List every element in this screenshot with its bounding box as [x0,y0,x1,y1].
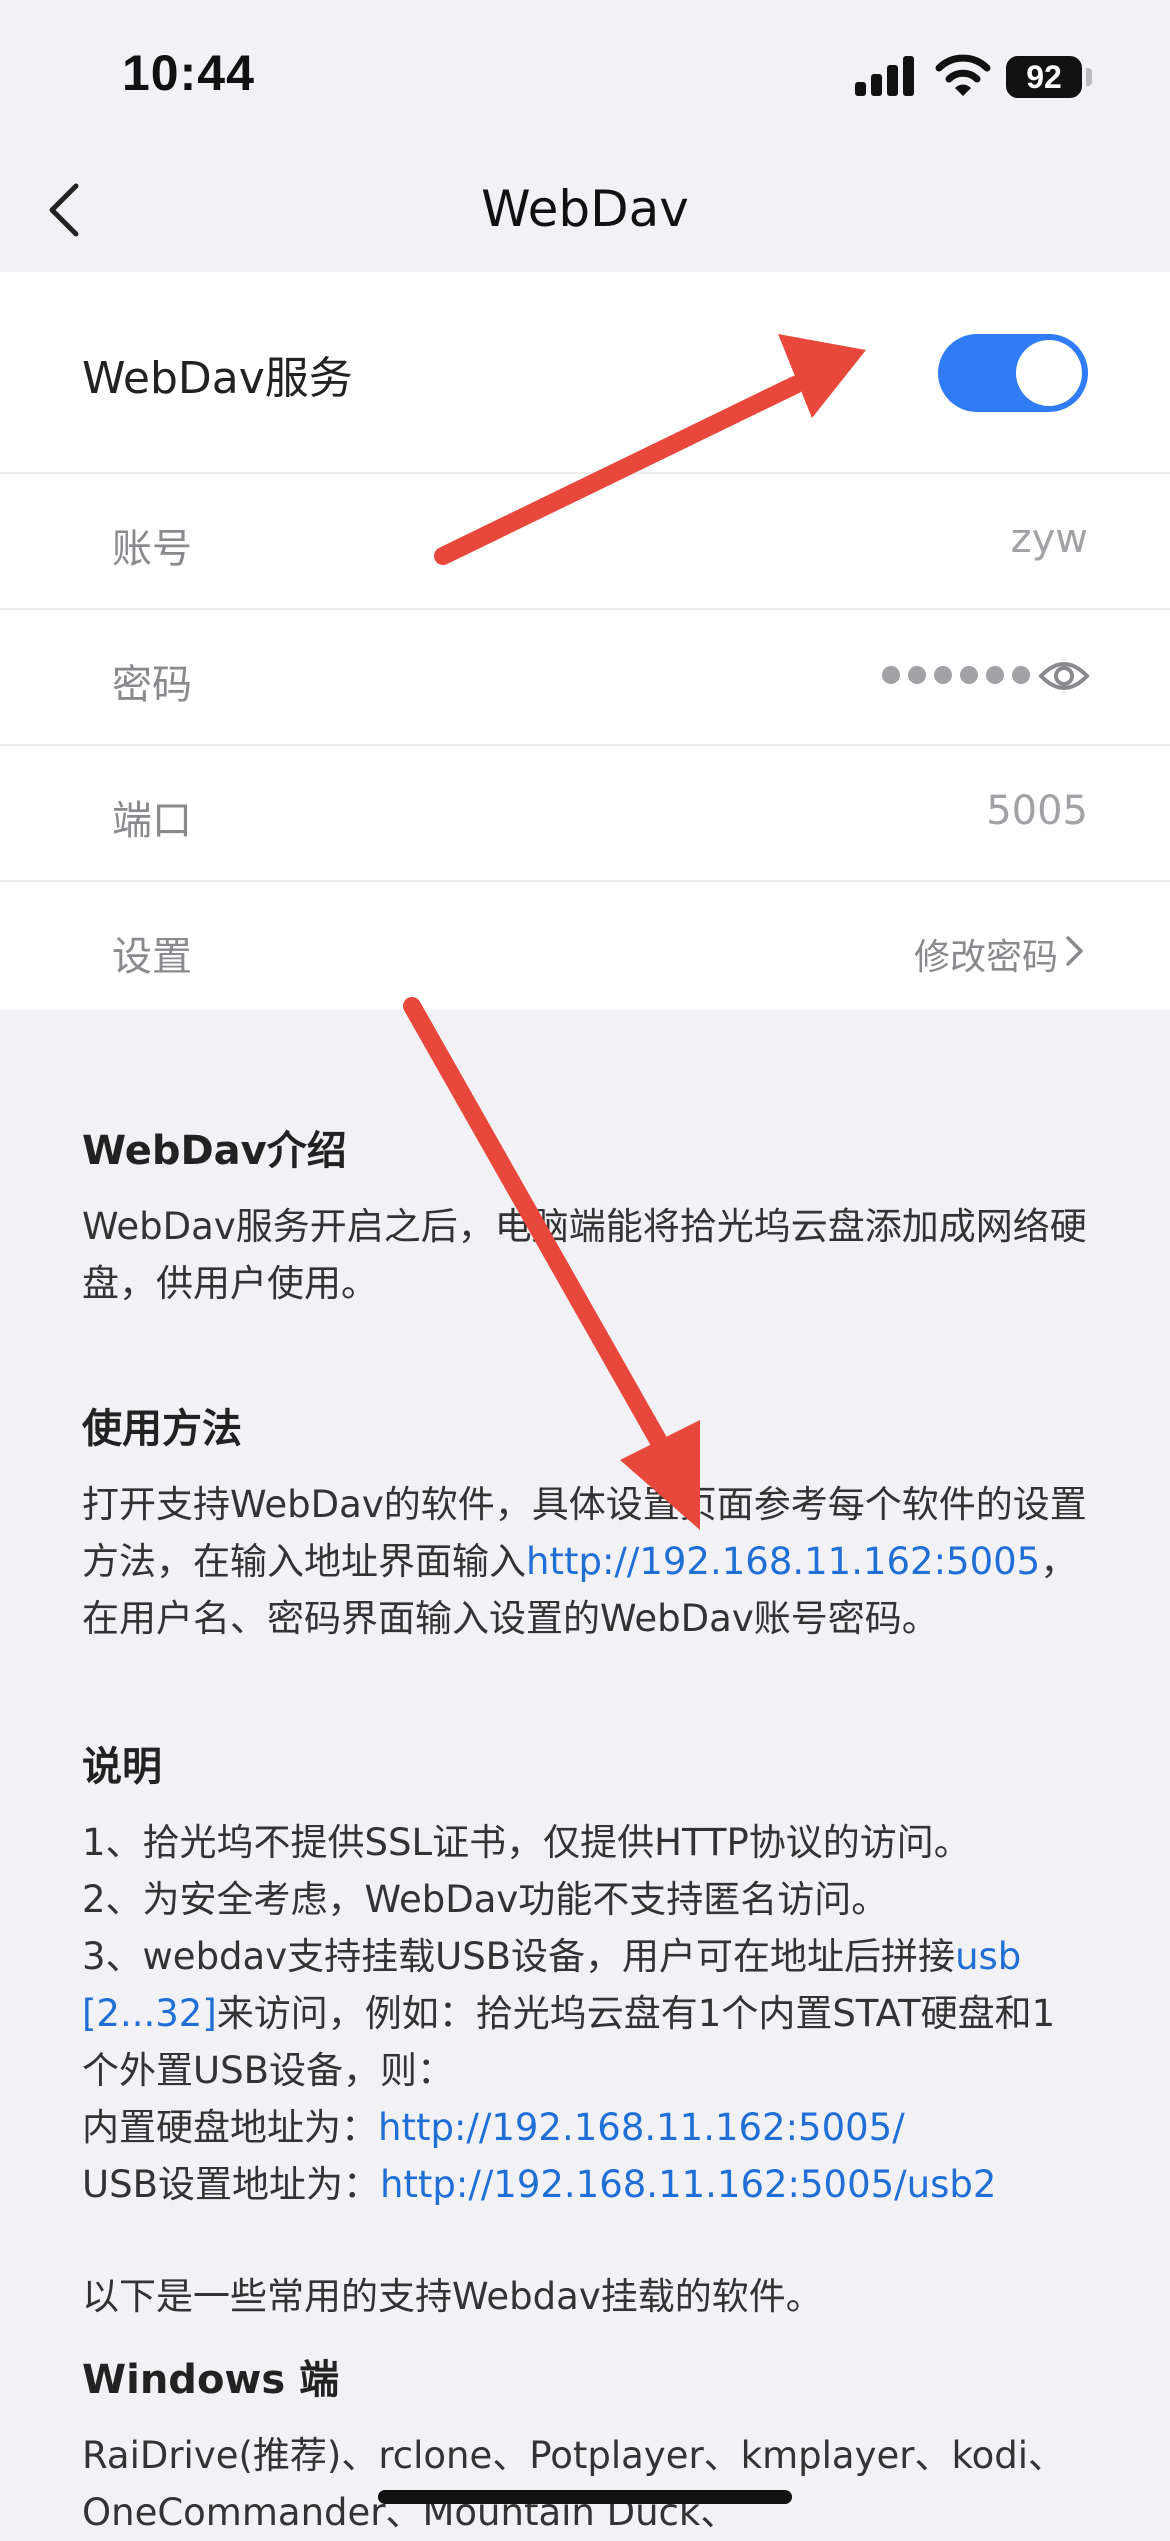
usb-address-label: USB设置地址为： [82,2163,380,2206]
usage-heading: 使用方法 [82,1406,242,1452]
toggle-knob [1016,340,1082,406]
notes-item-3: 3、webdav支持挂载USB设备，用户可在地址后拼接usb[2...32]来访… [82,1928,1092,2099]
account-value: zyw [1010,516,1088,562]
notes-item-2: 2、为安全考虑，WebDav功能不支持匿名访问。 [82,1878,889,1921]
password-row[interactable]: 密码 [0,610,1170,746]
port-row[interactable]: 端口 5005 [0,746,1170,882]
page-title: WebDav [481,180,689,238]
usage-section: 使用方法 打开支持WebDav的软件，具体设置页面参考每个软件的设置方法，在输入… [82,1396,1092,1647]
change-password-link[interactable]: 修改密码 [914,928,1058,980]
intro-text: WebDav服务开启之后，电脑端能将拾光坞云盘添加成网络硬盘，供用户使用。 [82,1205,1087,1305]
notes-item-3-before: 3、webdav支持挂载USB设备，用户可在地址后拼接 [82,1935,956,1978]
internal-address-link[interactable]: http://192.168.11.162:5005/ [378,2106,905,2149]
password-masked-value [882,666,1030,684]
cellular-signal-icon [855,56,917,96]
notes-item-3-after: 来访问，例如：拾光坞云盘有1个内置STAT硬盘和1个外置USB设备，则： [82,1992,1056,2092]
account-row[interactable]: 账号 zyw [0,474,1170,610]
intro-section: WebDav介绍 WebDav服务开启之后，电脑端能将拾光坞云盘添加成网络硬盘，… [82,1118,1092,1312]
service-toggle[interactable] [938,334,1088,412]
usage-text: 打开支持WebDav的软件，具体设置页面参考每个软件的设置方法，在输入地址界面输… [82,1476,1092,1647]
port-value: 5005 [986,788,1088,834]
status-bar: 10:44 92 [0,0,1170,150]
notes-item-1: 1、拾光坞不提供SSL证书，仅提供HTTP协议的访问。 [82,1821,971,1864]
software-intro: 以下是一些常用的支持Webdav挂载的软件。 [82,2275,823,2318]
usage-url-link[interactable]: http://192.168.11.162:5005 [526,1540,1040,1583]
notes-heading: 说明 [82,1744,162,1790]
nav-bar: WebDav [0,150,1170,272]
usb-address-line: USB设置地址为：http://192.168.11.162:5005/usb2 [82,2156,1092,2213]
internal-address-line: 内置硬盘地址为：http://192.168.11.162:5005/ [82,2099,1092,2156]
battery-icon: 92 [1006,56,1082,98]
wifi-icon [935,54,991,96]
port-label: 端口 [112,798,192,844]
windows-heading: Windows 端 [82,2357,340,2403]
service-row: WebDav服务 [0,272,1170,474]
service-label: WebDav服务 [82,353,353,404]
chevron-right-icon [1066,936,1083,966]
account-label: 账号 [112,526,192,572]
settings-row[interactable]: 设置 修改密码 [0,882,1170,1016]
settings-card: WebDav服务 账号 zyw 密码 端口 5005 设置 修改密码 [0,272,1170,1010]
settings-label: 设置 [112,934,192,980]
intro-heading: WebDav介绍 [82,1128,347,1174]
password-label: 密码 [112,662,192,708]
status-time: 10:44 [122,45,255,101]
usb-address-link[interactable]: http://192.168.11.162:5005/usb2 [380,2163,996,2206]
eye-icon[interactable] [1038,654,1090,698]
windows-software-list: RaiDrive(推荐)、rclone、Potplayer、kmplayer、k… [82,2434,1065,2534]
internal-address-label: 内置硬盘地址为： [82,2106,378,2149]
battery-nub [1086,68,1092,86]
home-indicator[interactable] [378,2490,792,2504]
notes-section: 说明 1、拾光坞不提供SSL证书，仅提供HTTP协议的访问。 2、为安全考虑，W… [82,1734,1092,2213]
